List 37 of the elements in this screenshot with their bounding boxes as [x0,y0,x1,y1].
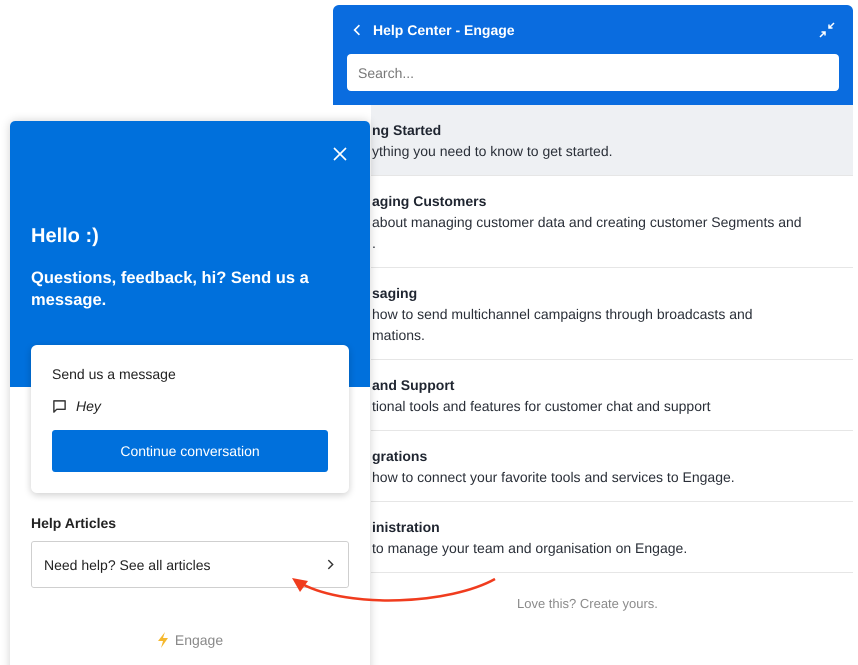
section-heading: Help Articles [31,515,118,531]
category-description: tional tools and features for customer chat and support [372,397,712,416]
category-item[interactable]: grations how to connect your favorite tools and services to Engage. [371,431,853,502]
minimize-icon[interactable] [819,22,835,38]
back-icon[interactable] [353,24,361,36]
category-title: inistration [372,518,441,536]
category-item[interactable]: aging Customers about managing customer data and creating customer Segments and . [371,176,853,268]
greeting: Hello :) [31,225,100,248]
category-item[interactable]: saging how to send multichannel campaigns through broadcasts and mations. [371,268,853,360]
category-item[interactable]: ng Started ything you need to know to get started. [371,105,853,176]
card-heading: Send us a message [52,366,177,382]
category-description: to manage your team and organisation on Engage. [372,539,688,558]
continue-button[interactable]: Continue conversation [52,430,328,472]
greeting-subtitle: Questions, feedback, hi? Send us a message. [31,268,310,311]
chevron-icon [327,559,334,570]
category-description: about managing customer data and creating customer Segments and [372,213,803,232]
category-description: mations. [372,326,426,345]
link-label: Need help? See all articles [44,556,211,572]
category-title: and Support [372,376,456,394]
category-item[interactable]: inistration to manage your team and organisation on Engage. [371,502,853,573]
chat-bubble-icon [52,398,67,414]
category-title: saging [372,284,418,302]
category-title: aging Customers [372,192,488,210]
close-icon[interactable] [333,147,347,161]
category-title: grations [372,447,428,465]
brand-name: Engage [174,632,224,648]
category-title: ng Started [372,121,442,139]
panel-title: Help Center - Engage [373,22,516,38]
lightning-icon [156,632,169,648]
category-description: . [372,234,377,253]
category-description: ything you need to know to get started. [372,142,614,161]
category-description: how to connect your favorite tools and services to Engage. [372,468,736,487]
category-description: how to send multichannel campaigns through broadcasts and [372,305,754,324]
search-field[interactable]: Search... [347,54,839,91]
last-message: Hey [76,398,101,414]
category-item[interactable]: and Support tional tools and features for customer chat and support [371,360,853,431]
articles-link[interactable]: Need help? See all articles [31,541,349,588]
